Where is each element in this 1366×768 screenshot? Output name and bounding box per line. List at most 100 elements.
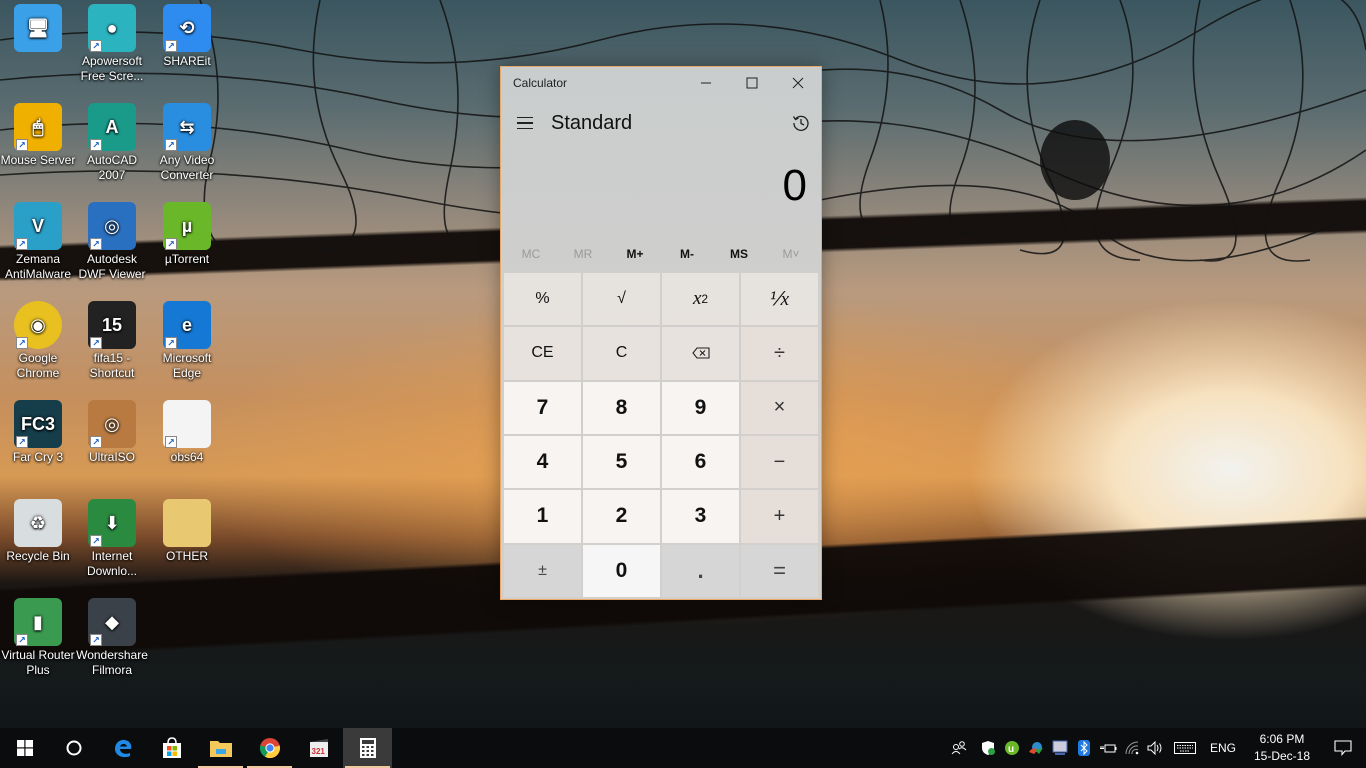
- touch-keyboard-button[interactable]: [1168, 728, 1202, 768]
- equals-button[interactable]: =: [741, 544, 818, 597]
- desktop-icon-any-video-converter[interactable]: ⇆ ↗ Any Video Converter: [149, 103, 225, 183]
- digit-8-button[interactable]: 8: [583, 381, 660, 434]
- close-icon: [792, 77, 804, 89]
- calculator-window: Calculator Standard 0 MC MR M+ M- MS M˅ …: [500, 66, 822, 600]
- people-button[interactable]: [942, 728, 976, 768]
- desktop-icon-mouse-server[interactable]: 🖱 ↗ Mouse Server: [0, 103, 76, 168]
- battery-tray-button[interactable]: [1096, 728, 1120, 768]
- digit-4-button[interactable]: 4: [504, 435, 581, 489]
- desktop-icon-obs64[interactable]: ↗ obs64: [149, 400, 225, 465]
- media-player-classic-icon: 321: [309, 739, 328, 757]
- desktop-icon-shareit[interactable]: ⟲ ↗ SHAREit: [149, 4, 225, 69]
- desktop-icon-this-pc[interactable]: 🖥: [0, 4, 76, 54]
- shortcut-arrow-icon: ↗: [16, 634, 28, 646]
- digit-7-button[interactable]: 7: [504, 381, 581, 434]
- desktop-icon-label: Mouse Server: [0, 153, 76, 167]
- backspace-button[interactable]: [662, 327, 739, 380]
- negate-button[interactable]: ±: [504, 544, 581, 597]
- defender-tray-button[interactable]: [976, 728, 1000, 768]
- maximize-icon: [746, 77, 758, 89]
- wifi-tray-button[interactable]: [1120, 728, 1144, 768]
- desktop-icon-chrome[interactable]: ◉ ↗ Google Chrome: [0, 301, 76, 381]
- digit-6-button[interactable]: 6: [662, 435, 739, 489]
- square-button[interactable]: x2: [662, 273, 739, 326]
- digit-1-button[interactable]: 1: [504, 490, 581, 543]
- minus-button[interactable]: −: [741, 435, 818, 489]
- monitor-icon: [1052, 740, 1068, 755]
- title-bar[interactable]: Calculator: [501, 67, 821, 99]
- digit-2-button[interactable]: 2: [583, 490, 660, 543]
- desktop-icon-edge[interactable]: e ↗ Microsoft Edge: [149, 301, 225, 381]
- utorrent-tray-button[interactable]: u: [1000, 728, 1024, 768]
- close-button[interactable]: [775, 67, 821, 99]
- square-root-button[interactable]: √: [583, 273, 660, 326]
- start-button[interactable]: [0, 728, 49, 768]
- desktop-icon-other-folder[interactable]: OTHER: [149, 499, 225, 564]
- memory-row: MC MR M+ M- MS M˅: [501, 239, 821, 269]
- desktop-icon-label: Google Chrome: [16, 351, 60, 380]
- plus-button[interactable]: +: [741, 490, 818, 543]
- clock[interactable]: 6:06 PM 15-Dec-18: [1244, 731, 1320, 765]
- history-button[interactable]: [781, 103, 821, 143]
- memory-recall-button[interactable]: MR: [557, 239, 609, 269]
- clear-button[interactable]: C: [583, 327, 660, 380]
- result-display: 0: [782, 161, 807, 210]
- digit-0-button[interactable]: 0: [583, 544, 660, 597]
- display-tray-button[interactable]: [1048, 728, 1072, 768]
- desktop-icon-autocad[interactable]: A ↗ AutoCAD 2007: [74, 103, 150, 183]
- decimal-button[interactable]: .: [662, 544, 739, 597]
- desktop-icon-fifa15[interactable]: 15 ↗ fifa15 - Shortcut: [74, 301, 150, 381]
- taskbar-media-player[interactable]: 321: [294, 728, 343, 768]
- desktop-icon-label: UltraISO: [88, 450, 135, 464]
- history-icon: [792, 115, 809, 131]
- desktop-icon-utorrent[interactable]: µ ↗ µTorrent: [149, 202, 225, 267]
- digit-9-button[interactable]: 9: [662, 381, 739, 434]
- desktop-icon-far-cry-3[interactable]: FC3 ↗ Far Cry 3: [0, 400, 76, 465]
- desktop-icon-dwf-viewer[interactable]: ◎ ↗ Autodesk DWF Viewer: [74, 202, 150, 282]
- desktop-icon-label: Wondershare Filmora: [76, 648, 148, 677]
- input-language[interactable]: ENG: [1202, 741, 1244, 755]
- fifa15-icon: 15 ↗: [88, 301, 136, 349]
- desktop-icon-idm[interactable]: ⬇ ↗ Internet Downlo...: [74, 499, 150, 579]
- idm-tray-button[interactable]: [1024, 728, 1048, 768]
- taskbar-chrome[interactable]: [245, 728, 294, 768]
- memory-clear-button[interactable]: MC: [505, 239, 557, 269]
- reciprocal-button[interactable]: ⅟x: [741, 273, 818, 326]
- digit-5-button[interactable]: 5: [583, 435, 660, 489]
- desktop-icon-recycle-bin[interactable]: ♻ Recycle Bin: [0, 499, 76, 564]
- cortana-button[interactable]: [49, 728, 98, 768]
- multiply-button[interactable]: ×: [741, 381, 818, 434]
- desktop-icon-apowersoft[interactable]: ● ↗ Apowersoft Free Scre...: [74, 4, 150, 84]
- taskbar-calculator[interactable]: [343, 728, 392, 768]
- apowersoft-icon: ● ↗: [88, 4, 136, 52]
- memory-list-button[interactable]: M˅: [765, 239, 817, 269]
- memory-store-button[interactable]: MS: [713, 239, 765, 269]
- digit-3-button[interactable]: 3: [662, 490, 739, 543]
- bluetooth-tray-button[interactable]: [1072, 728, 1096, 768]
- desktop-icon-ultraiso[interactable]: ◎ ↗ UltraISO: [74, 400, 150, 465]
- hamburger-icon-line: [517, 116, 533, 119]
- volume-tray-button[interactable]: [1144, 728, 1168, 768]
- menu-button[interactable]: [501, 103, 549, 143]
- mouse-server-icon: 🖱 ↗: [14, 103, 62, 151]
- action-center-button[interactable]: [1320, 728, 1366, 768]
- svg-text:u: u: [1008, 744, 1014, 755]
- backspace-icon: [691, 347, 710, 360]
- desktop-icon-filmora[interactable]: ◆ ↗ Wondershare Filmora: [74, 598, 150, 678]
- memory-add-button[interactable]: M+: [609, 239, 661, 269]
- taskbar-file-explorer[interactable]: [196, 728, 245, 768]
- taskbar-store[interactable]: [147, 728, 196, 768]
- minimize-button[interactable]: [683, 67, 729, 99]
- maximize-button[interactable]: [729, 67, 775, 99]
- taskbar-edge[interactable]: [98, 728, 147, 768]
- divide-button[interactable]: ÷: [741, 327, 818, 380]
- desktop-icon-label: Apowersoft Free Scre...: [80, 54, 144, 83]
- clear-entry-button[interactable]: CE: [504, 327, 581, 380]
- shortcut-arrow-icon: ↗: [16, 139, 28, 151]
- memory-subtract-button[interactable]: M-: [661, 239, 713, 269]
- desktop-icon-label: Internet Downlo...: [86, 549, 138, 578]
- desktop-icon-zemana[interactable]: V ↗ Zemana AntiMalware: [0, 202, 76, 282]
- desktop-icon-virtual-router[interactable]: ▮ ↗ Virtual Router Plus: [0, 598, 76, 678]
- percent-button[interactable]: %: [504, 273, 581, 326]
- shortcut-arrow-icon: ↗: [165, 40, 177, 52]
